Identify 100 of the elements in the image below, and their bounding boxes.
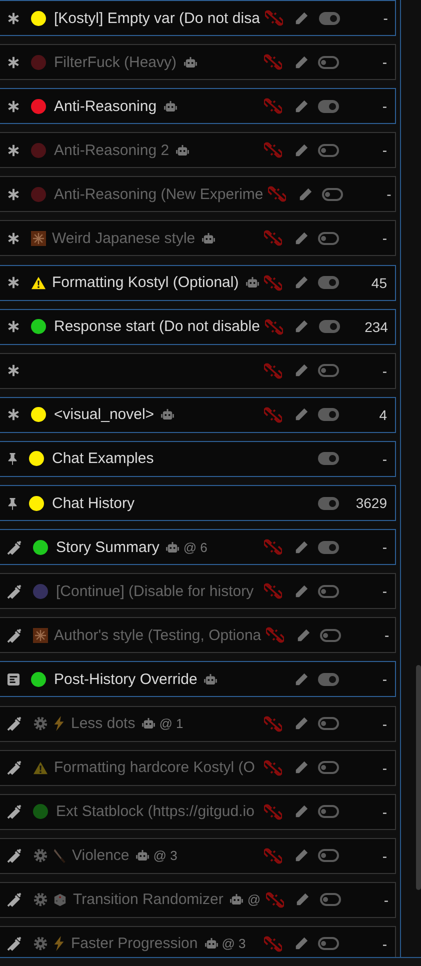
- prompt-row[interactable]: Faster Progression @ 3 -: [0, 926, 396, 957]
- toggle-switch[interactable]: [322, 188, 344, 201]
- toggle-switch[interactable]: [318, 761, 339, 774]
- prompt-row[interactable]: Chat History 3629: [0, 485, 396, 522]
- prompt-name: [Kostyl] Empty var (Do not disa: [54, 10, 260, 26]
- gear-icon: [33, 936, 48, 952]
- syringe-icon[interactable]: [7, 892, 22, 908]
- toggle-switch[interactable]: [318, 12, 340, 24]
- prompt-row[interactable]: Story Summary @ 6 -: [0, 529, 396, 566]
- asterisk-icon[interactable]: [7, 276, 20, 290]
- token-count: 3629: [354, 495, 387, 512]
- prompt-row[interactable]: Anti-Reasoning (New Experime -: [0, 176, 396, 212]
- pencil-icon[interactable]: [298, 186, 313, 202]
- toggle-switch[interactable]: [318, 100, 339, 113]
- pencil-icon[interactable]: [294, 936, 308, 952]
- asterisk-icon[interactable]: [7, 144, 20, 157]
- pencil-icon[interactable]: [294, 407, 308, 422]
- pencil-icon[interactable]: [294, 275, 308, 290]
- prompt-row[interactable]: [Continue] (Disable for history -: [0, 573, 396, 610]
- syringe-icon[interactable]: [7, 936, 22, 952]
- pencil-icon[interactable]: [294, 672, 308, 687]
- prompt-row[interactable]: Post-History Override -: [0, 661, 396, 698]
- asterisk-icon[interactable]: [7, 364, 20, 378]
- token-count: -: [381, 583, 387, 600]
- syringe-icon[interactable]: [7, 584, 22, 599]
- pencil-icon[interactable]: [294, 363, 308, 378]
- pencil-icon[interactable]: [294, 142, 308, 158]
- asterisk-icon[interactable]: [7, 100, 20, 113]
- asterisk-icon[interactable]: [7, 408, 20, 422]
- toggle-switch[interactable]: [318, 540, 339, 554]
- toggle-switch[interactable]: [320, 628, 342, 642]
- prompt-name: <visual_novel>: [54, 406, 154, 424]
- toggle-switch[interactable]: [318, 364, 339, 378]
- toggle-switch[interactable]: [318, 56, 339, 69]
- toggle-switch[interactable]: [318, 584, 339, 598]
- pencil-icon[interactable]: [296, 628, 311, 643]
- token-count: -: [382, 892, 389, 908]
- prompt-row[interactable]: Ext Statblock (https://gitgud.io -: [0, 794, 396, 830]
- prompt-row[interactable]: Formatting hardcore Kostyl (O -: [0, 750, 396, 786]
- pencil-icon[interactable]: [294, 760, 308, 776]
- toggle-switch[interactable]: [318, 849, 339, 862]
- syringe-icon[interactable]: [7, 804, 22, 820]
- toggle-switch[interactable]: [318, 805, 339, 818]
- prompt-row[interactable]: Transition Randomizer @ -: [0, 882, 396, 918]
- prompt-name: FilterFuck (Heavy): [54, 54, 177, 71]
- prompt-row[interactable]: Less dots @ 1 -: [0, 706, 396, 742]
- toggle-switch[interactable]: [318, 408, 339, 422]
- toggle-switch[interactable]: [318, 144, 339, 157]
- prompt-row[interactable]: Anti-Reasoning 2 -: [0, 132, 396, 168]
- prompt-name: Anti-Reasoning: [54, 98, 157, 115]
- asterisk-icon[interactable]: [7, 320, 20, 334]
- prompt-row[interactable]: Weird Japanese style -: [0, 220, 396, 256]
- toggle-switch[interactable]: [318, 276, 339, 290]
- prompt-row[interactable]: Anti-Reasoning -: [0, 88, 396, 124]
- prompt-row[interactable]: -: [0, 352, 396, 389]
- prompt-row[interactable]: Response start (Do not disable 234: [0, 308, 396, 345]
- pencil-icon[interactable]: [294, 98, 308, 114]
- asterisk-icon[interactable]: [7, 12, 20, 24]
- toggle-switch[interactable]: [318, 232, 339, 245]
- syringe-icon[interactable]: [7, 628, 22, 643]
- pencil-icon[interactable]: [295, 892, 310, 908]
- prompt-row[interactable]: FilterFuck (Heavy) -: [0, 44, 396, 80]
- toggle-switch[interactable]: [320, 893, 341, 906]
- pencil-icon[interactable]: [294, 540, 308, 555]
- syringe-icon[interactable]: [7, 848, 22, 864]
- toggle-switch[interactable]: [318, 717, 339, 730]
- pencil-icon[interactable]: [294, 230, 308, 246]
- syringe-icon[interactable]: [7, 716, 22, 731]
- token-count: -: [386, 186, 392, 202]
- toggle-switch[interactable]: [318, 320, 340, 334]
- pencil-icon[interactable]: [294, 319, 310, 334]
- token-count: -: [381, 848, 387, 864]
- dice-icon: [53, 892, 67, 907]
- prompt-row[interactable]: <visual_novel> 4: [0, 396, 396, 433]
- prompt-row[interactable]: Violence @ 3 -: [0, 838, 396, 874]
- toggle-switch[interactable]: [318, 452, 339, 466]
- prompt-row[interactable]: Author's style (Testing, Optiona -: [0, 617, 396, 654]
- pencil-icon[interactable]: [294, 716, 308, 731]
- pencil-icon[interactable]: [294, 54, 308, 70]
- toggle-switch[interactable]: [318, 496, 339, 510]
- scrollbar-thumb[interactable]: [416, 665, 421, 890]
- pin-icon[interactable]: [7, 452, 18, 466]
- pencil-icon[interactable]: [294, 10, 310, 26]
- toggle-switch[interactable]: [318, 672, 339, 686]
- toggle-switch[interactable]: [318, 937, 339, 950]
- prompt-row[interactable]: [Kostyl] Empty var (Do not disa -: [0, 0, 396, 36]
- prompt-row[interactable]: Formatting Kostyl (Optional) 45: [0, 264, 396, 301]
- pencil-icon[interactable]: [294, 804, 308, 820]
- prompt-name: Chat Examples: [52, 450, 154, 468]
- asterisk-icon[interactable]: [7, 56, 20, 69]
- asterisk-icon[interactable]: [7, 188, 20, 201]
- pin-icon[interactable]: [7, 496, 18, 510]
- document-icon[interactable]: [7, 672, 20, 686]
- prompt-row[interactable]: Chat Examples -: [0, 440, 396, 477]
- pencil-icon[interactable]: [294, 848, 308, 864]
- syringe-icon[interactable]: [7, 760, 22, 776]
- pencil-icon[interactable]: [294, 584, 308, 599]
- syringe-icon[interactable]: [7, 540, 22, 555]
- prompt-name: Chat History: [52, 494, 135, 512]
- asterisk-icon[interactable]: [7, 232, 20, 245]
